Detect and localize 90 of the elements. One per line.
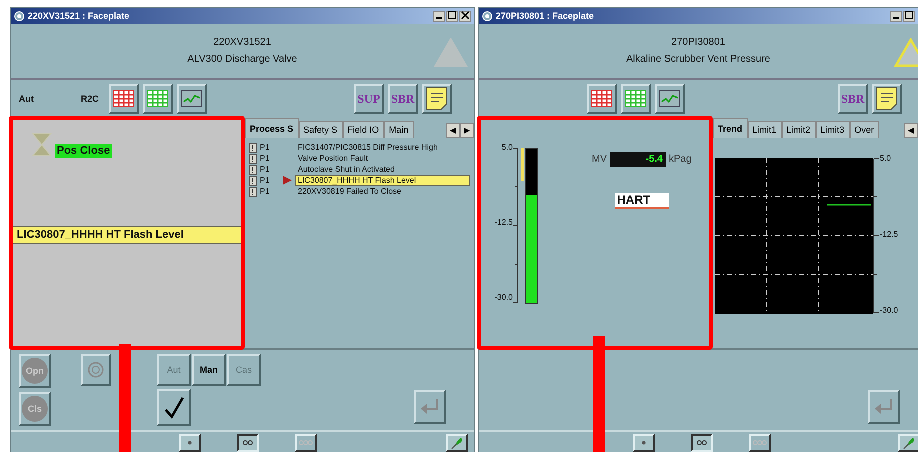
- tab[interactable]: Safety S: [298, 121, 343, 138]
- valve-status: Pos Close: [55, 144, 112, 158]
- table-button[interactable]: [587, 84, 617, 114]
- maximize-icon: [904, 10, 914, 20]
- note-button[interactable]: [872, 84, 902, 114]
- alarm-message[interactable]: Valve Position Fault: [295, 153, 372, 164]
- tag-description: ALV300 Discharge Valve: [188, 54, 298, 65]
- trend-button[interactable]: [177, 84, 207, 114]
- view-button[interactable]: [691, 434, 713, 452]
- axis-label: 5.0: [880, 154, 892, 164]
- trend-icon: [181, 90, 203, 108]
- tab[interactable]: Limit2: [782, 121, 816, 138]
- alarm-message[interactable]: LIC30807_HHHH HT Flash Level: [295, 175, 470, 186]
- enter-button[interactable]: [868, 390, 900, 424]
- valve-icon: [31, 132, 53, 158]
- maximize-icon: [448, 10, 456, 20]
- scroll-button[interactable]: ◀: [446, 123, 460, 138]
- minimize-button[interactable]: [890, 10, 902, 22]
- unit-label: kPag: [669, 154, 692, 165]
- tag-name: 220XV31521: [214, 37, 272, 48]
- priority-label: P1: [260, 165, 271, 174]
- window-title: 220XV31521 : Faceplate: [28, 11, 131, 21]
- mv-label: MV: [592, 154, 607, 165]
- tag-name: 270PI30801: [672, 37, 726, 48]
- axis-label: -12.5: [880, 230, 898, 240]
- tab[interactable]: Limit3: [816, 121, 850, 138]
- table-button[interactable]: [143, 84, 173, 114]
- mode-label: Aut: [19, 94, 35, 104]
- alarm-message[interactable]: 220XV30819 Failed To Close: [295, 186, 404, 197]
- mode-label: R2C: [81, 94, 100, 104]
- minimize-icon: [893, 16, 899, 18]
- pointer-icon: [283, 176, 292, 185]
- close-icon: [460, 10, 470, 20]
- table-icon: [147, 90, 169, 108]
- mode-button[interactable]: Man: [192, 354, 226, 386]
- scroll-button[interactable]: ▶: [460, 123, 474, 138]
- scale-label: -12.5: [494, 218, 513, 228]
- minimize-button[interactable]: [433, 10, 445, 22]
- trend-icon: [659, 90, 681, 108]
- note-button[interactable]: [422, 84, 452, 114]
- priority-label: P1: [260, 176, 271, 185]
- dot-icon: [188, 441, 192, 445]
- priority-label: P1: [260, 187, 271, 196]
- table-button[interactable]: [621, 84, 651, 114]
- table-icon: [591, 90, 613, 108]
- tab[interactable]: Limit1: [748, 121, 782, 138]
- hart-logo: HART: [615, 193, 669, 209]
- limit-band: [521, 148, 524, 182]
- maximize-button[interactable]: [903, 10, 915, 22]
- alarm-message[interactable]: Autoclave Shut in Activated: [295, 164, 398, 175]
- tab[interactable]: Over: [850, 121, 880, 138]
- enter-button[interactable]: [414, 390, 446, 424]
- window-title: 270PI30801 : Faceplate: [496, 11, 596, 21]
- scroll-button[interactable]: ◀: [904, 123, 918, 138]
- priority-label: P1: [260, 143, 271, 152]
- view-button[interactable]: [237, 434, 259, 452]
- table-icon: [625, 90, 647, 108]
- scale-label: -30.0: [494, 293, 513, 303]
- tool-button[interactable]: [446, 434, 468, 452]
- scale-label: 5.0: [502, 143, 513, 153]
- rings-icon: [87, 361, 105, 379]
- maximize-button[interactable]: [446, 10, 458, 22]
- table-button[interactable]: [109, 84, 139, 114]
- leaf-icon: [902, 436, 916, 450]
- tab[interactable]: Trend: [713, 118, 748, 138]
- checkmark-icon: [163, 396, 185, 420]
- table-icon: [113, 90, 135, 108]
- app-icon: [482, 10, 493, 22]
- app-icon: [14, 10, 25, 22]
- close-button[interactable]: [459, 10, 471, 22]
- leaf-icon: [450, 436, 464, 450]
- mv-value: -5.4: [610, 152, 666, 167]
- tool-button[interactable]: [898, 434, 918, 452]
- confirm-button[interactable]: [157, 389, 191, 426]
- dot-icon: [642, 441, 646, 445]
- note-icon: [875, 86, 899, 112]
- enter-icon: [419, 397, 441, 417]
- trend-button[interactable]: [655, 84, 685, 114]
- tab[interactable]: Process S: [245, 118, 299, 138]
- note-icon: [425, 86, 449, 112]
- priority-label: P1: [260, 154, 271, 163]
- tag-description: Alkaline Scrubber Vent Pressure: [626, 54, 770, 65]
- spiral-button[interactable]: [81, 354, 111, 386]
- tab[interactable]: Main: [384, 121, 414, 138]
- alarm-message[interactable]: FIC31407/PIC30815 Diff Pressure High: [295, 142, 441, 153]
- minimize-icon: [436, 16, 442, 18]
- alarm-banner: LIC30807_HHHH HT Flash Level: [11, 226, 243, 244]
- axis-label: -30.0: [880, 306, 898, 316]
- tab[interactable]: Field IO: [342, 121, 384, 138]
- enter-icon: [873, 397, 895, 417]
